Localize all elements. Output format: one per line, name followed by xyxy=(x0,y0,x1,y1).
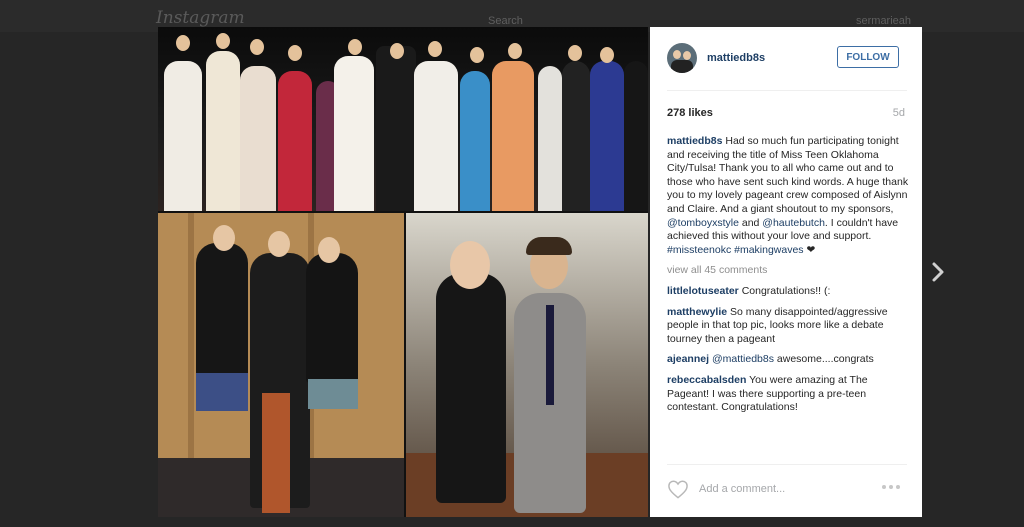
post-photo[interactable] xyxy=(158,27,648,517)
comment-item: matthewylie So many disappointed/aggress… xyxy=(667,306,909,347)
avatar[interactable] xyxy=(667,43,697,73)
comment-username[interactable]: ajeannej xyxy=(667,353,709,365)
chevron-right-icon[interactable] xyxy=(928,260,948,284)
follow-button[interactable]: FOLLOW xyxy=(837,46,899,68)
comment-item: littlelotuseater Congratulations!! (: xyxy=(667,285,909,299)
caption-mention-1[interactable]: @tomboyxstyle xyxy=(667,217,739,229)
comment-item: ajeannej @mattiedb8s awesome....congrats xyxy=(667,353,909,367)
caption-mention-2[interactable]: @hautebutch xyxy=(762,217,825,229)
comment-text: Congratulations!! (: xyxy=(741,284,831,297)
comment-username[interactable]: littlelotuseater xyxy=(667,285,739,297)
view-all-comments-link[interactable]: view all 45 comments xyxy=(667,264,909,278)
more-options-icon[interactable] xyxy=(882,485,906,491)
heart-emoji: ❤ xyxy=(806,243,816,256)
likes-count[interactable]: 278 likes xyxy=(667,107,713,119)
heart-icon[interactable] xyxy=(667,479,689,499)
caption-text-2: and xyxy=(738,216,763,229)
post-details-card: mattiedb8s FOLLOW 278 likes 5d mattiedb8… xyxy=(650,27,922,517)
divider xyxy=(667,90,907,91)
comment-text: awesome....congrats xyxy=(776,353,874,366)
add-comment-input[interactable]: Add a comment... xyxy=(699,483,785,495)
current-user-link[interactable]: sermarieah xyxy=(856,15,911,27)
comments-list: mattiedb8s Had so much fun participating… xyxy=(667,135,909,457)
comment-username[interactable]: matthewylie xyxy=(667,306,727,318)
instagram-logo[interactable]: Instagram xyxy=(156,8,245,28)
caption-hashtags[interactable]: #missteenokc #makingwaves xyxy=(667,244,804,256)
comment-item: rebeccabalsden You were amazing at The P… xyxy=(667,374,909,415)
post-username[interactable]: mattiedb8s xyxy=(707,52,765,64)
comment-username[interactable]: rebeccabalsden xyxy=(667,374,746,386)
photo-three-girls xyxy=(158,213,404,517)
divider xyxy=(667,464,907,465)
photo-stage-group xyxy=(158,27,648,211)
search-label[interactable]: Search xyxy=(488,15,523,27)
post-age: 5d xyxy=(892,107,905,119)
caption: mattiedb8s Had so much fun participating… xyxy=(667,135,909,257)
comment-mention[interactable]: @mattiedb8s xyxy=(712,353,774,365)
caption-username[interactable]: mattiedb8s xyxy=(667,135,722,147)
photo-two-people xyxy=(406,213,648,517)
